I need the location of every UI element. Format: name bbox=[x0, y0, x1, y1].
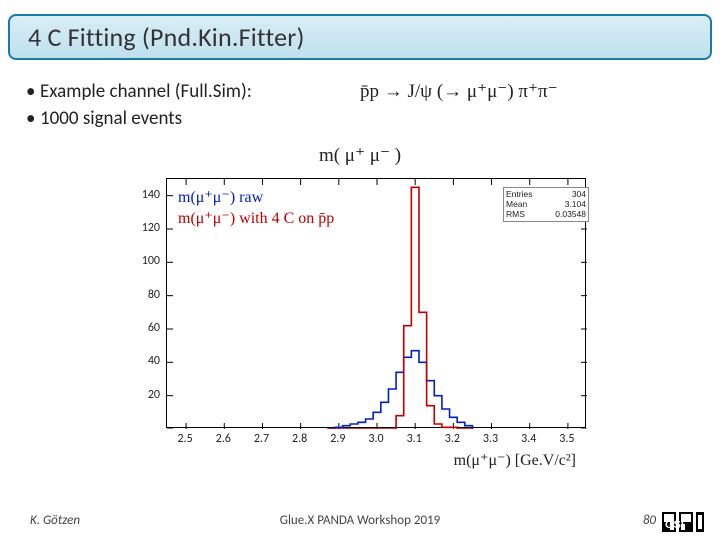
x-axis-title: m(μ⁺μ⁻) [Ge.V/c²] bbox=[454, 450, 576, 470]
stats-mean-label: Mean bbox=[506, 199, 527, 209]
bullet-2: •1000 signal events bbox=[26, 107, 252, 130]
x-tick-label: 2.5 bbox=[170, 432, 200, 446]
reaction-formula: p̄p → J/ψ (→ μ⁺μ⁻) π⁺π⁻ bbox=[360, 80, 558, 103]
x-tick-label: 3.3 bbox=[476, 432, 506, 446]
y-tick-label: 20 bbox=[120, 388, 160, 402]
stats-entries: 304 bbox=[572, 189, 586, 199]
x-tick-label: 3.2 bbox=[437, 432, 467, 446]
title-bar: 4 C Fitting (Pnd.Kin.Fitter) bbox=[8, 14, 712, 60]
y-tick-label: 120 bbox=[120, 221, 160, 235]
gsi-logo: GSI bbox=[662, 510, 712, 534]
legend-4c: m(μ⁺μ⁻) with 4 C on p̄p bbox=[178, 209, 334, 230]
page-number: 80 bbox=[643, 513, 656, 528]
x-tick-label: 2.7 bbox=[246, 432, 276, 446]
x-tick-label: 3.1 bbox=[399, 432, 429, 446]
y-tick-label: 80 bbox=[120, 288, 160, 302]
stats-mean: 3.104 bbox=[565, 199, 586, 209]
x-tick-label: 2.9 bbox=[323, 432, 353, 446]
stats-rms-label: RMS bbox=[506, 209, 525, 219]
x-tick-label: 2.6 bbox=[208, 432, 238, 446]
chart-title: m( μ⁺ μ⁻ ) bbox=[0, 144, 720, 167]
bullet-list: •Example channel (Full.Sim): •1000 signa… bbox=[26, 80, 252, 134]
x-tick-label: 2.8 bbox=[285, 432, 315, 446]
chart-container: Entries 304 Mean 3.104 RMS 0.03548 m(μ⁺μ⁻) … bbox=[120, 168, 600, 468]
bullet-1: •Example channel (Full.Sim): bbox=[26, 80, 252, 103]
x-tick-label: 3.5 bbox=[552, 432, 582, 446]
footer-event: Glue.X PANDA Workshop 2019 bbox=[0, 513, 720, 528]
x-tick-label: 3.4 bbox=[514, 432, 544, 446]
y-tick-label: 40 bbox=[120, 354, 160, 368]
stats-box: Entries 304 Mean 3.104 RMS 0.03548 bbox=[503, 187, 589, 222]
stats-rms: 0.03548 bbox=[555, 209, 586, 219]
page-title: 4 C Fitting (Pnd.Kin.Fitter) bbox=[28, 21, 305, 53]
y-tick-label: 60 bbox=[120, 321, 160, 335]
legend-raw: m(μ⁺μ⁻) raw bbox=[178, 188, 334, 209]
legend: m(μ⁺μ⁻) raw m(μ⁺μ⁻) with 4 C on p̄p bbox=[178, 188, 334, 230]
svg-text:GSI: GSI bbox=[665, 519, 684, 531]
x-tick-label: 3.0 bbox=[361, 432, 391, 446]
y-tick-label: 100 bbox=[120, 254, 160, 268]
stats-entries-label: Entries bbox=[506, 189, 532, 199]
y-tick-label: 140 bbox=[120, 188, 160, 202]
